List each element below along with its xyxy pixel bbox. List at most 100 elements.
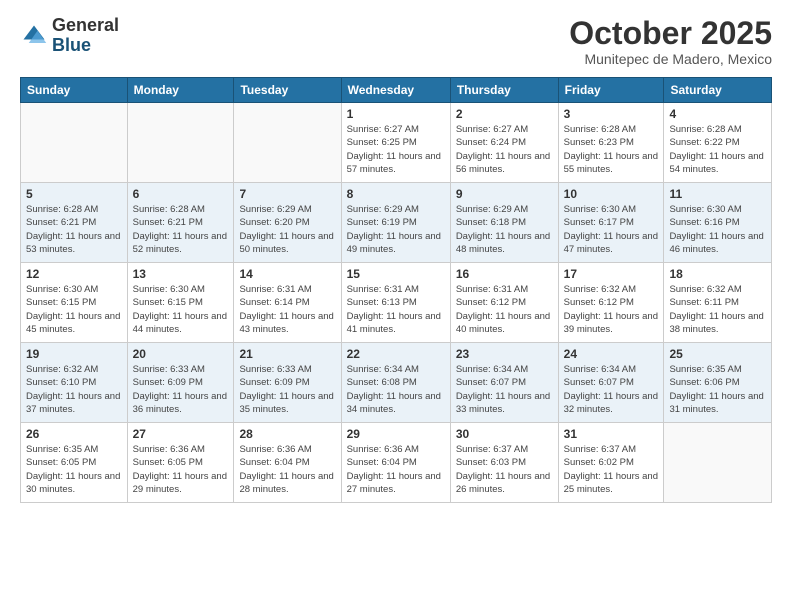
table-row: 28 Sunrise: 6:36 AMSunset: 6:04 PMDayligh… <box>234 423 341 503</box>
day-number: 6 <box>133 187 229 201</box>
table-row: 21 Sunrise: 6:33 AMSunset: 6:09 PMDayligh… <box>234 343 341 423</box>
day-info: Sunrise: 6:36 AMSunset: 6:05 PMDaylight:… <box>133 443 229 496</box>
table-row: 10 Sunrise: 6:30 AMSunset: 6:17 PMDayligh… <box>558 183 664 263</box>
table-row: 9 Sunrise: 6:29 AMSunset: 6:18 PMDaylight… <box>450 183 558 263</box>
day-info: Sunrise: 6:32 AMSunset: 6:10 PMDaylight:… <box>26 363 122 416</box>
day-info: Sunrise: 6:37 AMSunset: 6:02 PMDaylight:… <box>564 443 659 496</box>
day-info: Sunrise: 6:28 AMSunset: 6:22 PMDaylight:… <box>669 123 766 176</box>
day-number: 1 <box>347 107 445 121</box>
page-container: General Blue October 2025 Munitepec de M… <box>0 0 792 612</box>
calendar-week-4: 19Sunrise: 6:32 AMSunset: 6:10 PMDayligh… <box>21 343 772 423</box>
day-info: Sunrise: 6:36 AMSunset: 6:04 PMDaylight:… <box>239 443 335 496</box>
day-info: Sunrise: 6:32 AMSunset: 6:12 PMDaylight:… <box>564 283 659 336</box>
header-sunday: Sunday <box>21 78 128 103</box>
day-number: 26 <box>26 427 122 441</box>
day-info: Sunrise: 6:35 AMSunset: 6:06 PMDaylight:… <box>669 363 766 416</box>
day-number: 16 <box>456 267 553 281</box>
header: General Blue October 2025 Munitepec de M… <box>20 16 772 67</box>
table-row: 30 Sunrise: 6:37 AMSunset: 6:03 PMDayligh… <box>450 423 558 503</box>
day-info: Sunrise: 6:29 AMSunset: 6:20 PMDaylight:… <box>239 203 335 256</box>
day-number: 11 <box>669 187 766 201</box>
title-block: October 2025 Munitepec de Madero, Mexico <box>569 16 772 67</box>
day-info: Sunrise: 6:28 AMSunset: 6:23 PMDaylight:… <box>564 123 659 176</box>
day-info: Sunrise: 6:30 AMSunset: 6:16 PMDaylight:… <box>669 203 766 256</box>
calendar-week-5: 26 Sunrise: 6:35 AMSunset: 6:05 PMDayligh… <box>21 423 772 503</box>
day-number: 31 <box>564 427 659 441</box>
day-number: 9 <box>456 187 553 201</box>
day-number: 3 <box>564 107 659 121</box>
table-row: 12 Sunrise: 6:30 AMSunset: 6:15 PMDayligh… <box>21 263 128 343</box>
header-tuesday: Tuesday <box>234 78 341 103</box>
table-row: 19Sunrise: 6:32 AMSunset: 6:10 PMDayligh… <box>21 343 128 423</box>
day-info: Sunrise: 6:31 AMSunset: 6:13 PMDaylight:… <box>347 283 445 336</box>
table-row: 14 Sunrise: 6:31 AMSunset: 6:14 PMDayligh… <box>234 263 341 343</box>
day-info: Sunrise: 6:31 AMSunset: 6:14 PMDaylight:… <box>239 283 335 336</box>
day-info: Sunrise: 6:31 AMSunset: 6:12 PMDaylight:… <box>456 283 553 336</box>
day-info: Sunrise: 6:30 AMSunset: 6:15 PMDaylight:… <box>26 283 122 336</box>
table-row: 31 Sunrise: 6:37 AMSunset: 6:02 PMDayligh… <box>558 423 664 503</box>
header-wednesday: Wednesday <box>341 78 450 103</box>
table-row: 3 Sunrise: 6:28 AMSunset: 6:23 PMDaylight… <box>558 103 664 183</box>
table-row <box>127 103 234 183</box>
day-number: 2 <box>456 107 553 121</box>
table-row: 27 Sunrise: 6:36 AMSunset: 6:05 PMDayligh… <box>127 423 234 503</box>
header-thursday: Thursday <box>450 78 558 103</box>
table-row: 18 Sunrise: 6:32 AMSunset: 6:11 PMDayligh… <box>664 263 772 343</box>
day-number: 29 <box>347 427 445 441</box>
day-number: 12 <box>26 267 122 281</box>
day-info: Sunrise: 6:28 AMSunset: 6:21 PMDaylight:… <box>133 203 229 256</box>
table-row: 5Sunrise: 6:28 AMSunset: 6:21 PMDaylight… <box>21 183 128 263</box>
day-number: 4 <box>669 107 766 121</box>
table-row: 11 Sunrise: 6:30 AMSunset: 6:16 PMDayligh… <box>664 183 772 263</box>
table-row: 22Sunrise: 6:34 AMSunset: 6:08 PMDayligh… <box>341 343 450 423</box>
table-row <box>664 423 772 503</box>
day-info: Sunrise: 6:32 AMSunset: 6:11 PMDaylight:… <box>669 283 766 336</box>
day-info: Sunrise: 6:30 AMSunset: 6:15 PMDaylight:… <box>133 283 229 336</box>
month-title: October 2025 <box>569 16 772 51</box>
day-number: 23 <box>456 347 553 361</box>
day-number: 28 <box>239 427 335 441</box>
table-row: 23 Sunrise: 6:34 AMSunset: 6:07 PMDayligh… <box>450 343 558 423</box>
calendar-week-2: 5Sunrise: 6:28 AMSunset: 6:21 PMDaylight… <box>21 183 772 263</box>
day-number: 30 <box>456 427 553 441</box>
header-saturday: Saturday <box>664 78 772 103</box>
logo-general-text: General <box>52 15 119 35</box>
day-info: Sunrise: 6:29 AMSunset: 6:18 PMDaylight:… <box>456 203 553 256</box>
day-number: 21 <box>239 347 335 361</box>
day-number: 17 <box>564 267 659 281</box>
day-info: Sunrise: 6:34 AMSunset: 6:07 PMDaylight:… <box>456 363 553 416</box>
day-number: 25 <box>669 347 766 361</box>
calendar-week-1: 1Sunrise: 6:27 AMSunset: 6:25 PMDaylight… <box>21 103 772 183</box>
calendar-header-row: Sunday Monday Tuesday Wednesday Thursday… <box>21 78 772 103</box>
day-info: Sunrise: 6:35 AMSunset: 6:05 PMDaylight:… <box>26 443 122 496</box>
day-number: 18 <box>669 267 766 281</box>
calendar-week-3: 12 Sunrise: 6:30 AMSunset: 6:15 PMDayligh… <box>21 263 772 343</box>
day-info: Sunrise: 6:34 AMSunset: 6:08 PMDaylight:… <box>347 363 445 416</box>
day-info: Sunrise: 6:33 AMSunset: 6:09 PMDaylight:… <box>239 363 335 416</box>
day-number: 15 <box>347 267 445 281</box>
header-friday: Friday <box>558 78 664 103</box>
day-info: Sunrise: 6:27 AMSunset: 6:24 PMDaylight:… <box>456 123 553 176</box>
day-info: Sunrise: 6:34 AMSunset: 6:07 PMDaylight:… <box>564 363 659 416</box>
table-row: 15 Sunrise: 6:31 AMSunset: 6:13 PMDayligh… <box>341 263 450 343</box>
day-number: 27 <box>133 427 229 441</box>
location-subtitle: Munitepec de Madero, Mexico <box>569 51 772 67</box>
logo: General Blue <box>20 16 119 56</box>
day-info: Sunrise: 6:37 AMSunset: 6:03 PMDaylight:… <box>456 443 553 496</box>
day-info: Sunrise: 6:30 AMSunset: 6:17 PMDaylight:… <box>564 203 659 256</box>
table-row: 2 Sunrise: 6:27 AMSunset: 6:24 PMDaylight… <box>450 103 558 183</box>
table-row: 6 Sunrise: 6:28 AMSunset: 6:21 PMDaylight… <box>127 183 234 263</box>
table-row: 17 Sunrise: 6:32 AMSunset: 6:12 PMDayligh… <box>558 263 664 343</box>
day-number: 7 <box>239 187 335 201</box>
day-info: Sunrise: 6:28 AMSunset: 6:21 PMDaylight:… <box>26 203 122 256</box>
day-number: 14 <box>239 267 335 281</box>
day-info: Sunrise: 6:33 AMSunset: 6:09 PMDaylight:… <box>133 363 229 416</box>
day-number: 10 <box>564 187 659 201</box>
day-number: 24 <box>564 347 659 361</box>
table-row: 4 Sunrise: 6:28 AMSunset: 6:22 PMDaylight… <box>664 103 772 183</box>
table-row: 29Sunrise: 6:36 AMSunset: 6:04 PMDayligh… <box>341 423 450 503</box>
table-row <box>21 103 128 183</box>
table-row: 16 Sunrise: 6:31 AMSunset: 6:12 PMDayligh… <box>450 263 558 343</box>
calendar-table: Sunday Monday Tuesday Wednesday Thursday… <box>20 77 772 503</box>
table-row: 8Sunrise: 6:29 AMSunset: 6:19 PMDaylight… <box>341 183 450 263</box>
